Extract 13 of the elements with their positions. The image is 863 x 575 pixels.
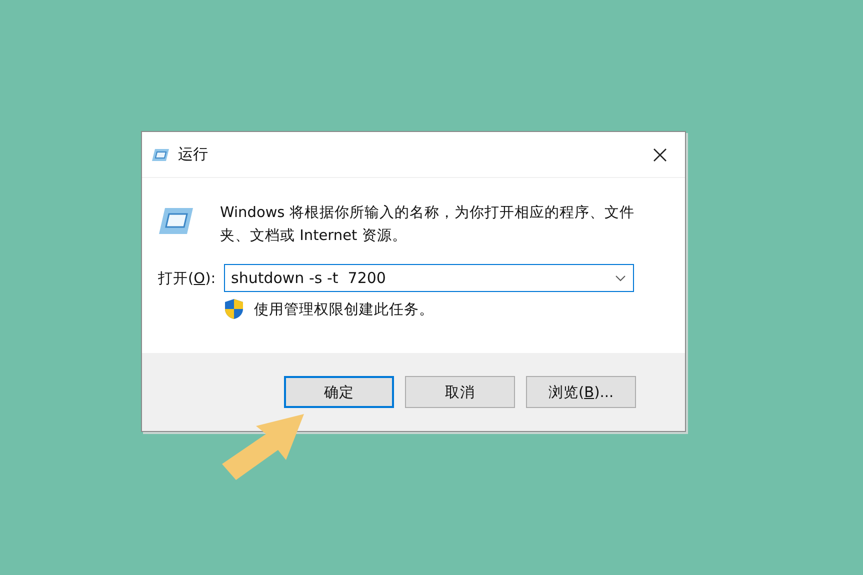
open-label: 打开(O): (158, 270, 217, 288)
run-icon (158, 206, 194, 236)
run-icon (152, 148, 170, 162)
command-input-field[interactable]: shutdown -s -t 7200 (224, 264, 634, 292)
dialog-button[interactable]: 浏览(B)... (526, 376, 636, 408)
close-icon (653, 148, 667, 162)
shield-icon (224, 298, 244, 320)
dialog-button[interactable]: 确定 (284, 376, 394, 408)
dialog-button[interactable]: 取消 (405, 376, 515, 408)
window-title: 运行 (178, 145, 209, 164)
dropdown-caret-icon[interactable] (615, 275, 626, 282)
description-text: Windows 将根据你所输入的名称，为你打开相应的程序、文件夹、文档或 Internet 资源。 (220, 204, 636, 246)
admin-note: 使用管理权限创建此任务。 (254, 300, 434, 318)
